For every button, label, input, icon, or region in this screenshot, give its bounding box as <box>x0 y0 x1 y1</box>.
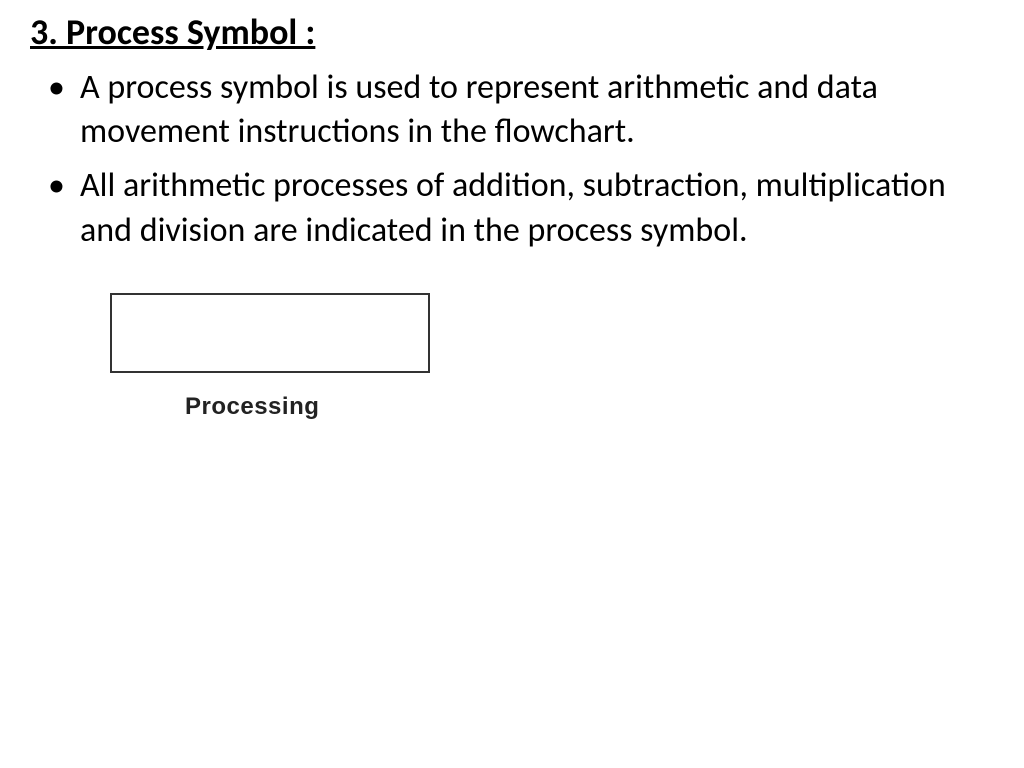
section-heading: 3. Process Symbol : <box>30 10 994 54</box>
bullet-item: A process symbol is used to represent ar… <box>40 66 994 154</box>
bullet-list: A process symbol is used to represent ar… <box>30 66 994 253</box>
diagram-label: Processing <box>185 393 994 421</box>
process-symbol-rectangle <box>110 293 430 373</box>
diagram-container: Processing <box>110 293 994 421</box>
bullet-item: All arithmetic processes of addition, su… <box>40 164 994 252</box>
